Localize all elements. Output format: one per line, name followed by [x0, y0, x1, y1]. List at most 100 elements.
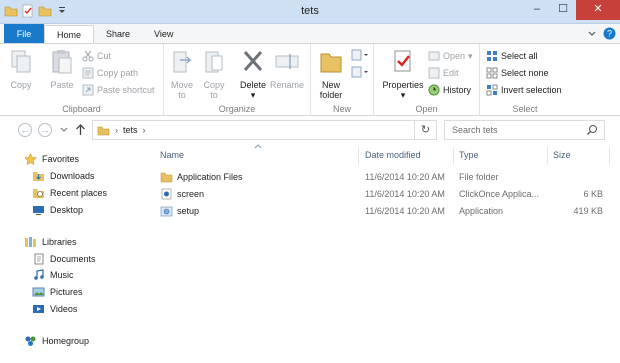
select-none-button[interactable]: Select none	[486, 67, 549, 79]
folder-icon	[160, 172, 173, 183]
column-header-type[interactable]: Type	[459, 148, 479, 166]
copy-button[interactable]: Copy	[8, 48, 34, 90]
table-row[interactable]: setup 11/6/2014 10:20 AM Application 419…	[148, 204, 618, 220]
history-button[interactable]: History	[428, 84, 471, 96]
organize-group-label: Organize	[218, 104, 256, 114]
nav-recent-places[interactable]: Recent places	[32, 187, 107, 199]
libraries-icon	[25, 237, 36, 247]
pictures-icon	[32, 287, 45, 297]
rename-icon	[275, 54, 299, 69]
column-divider[interactable]	[358, 147, 359, 164]
column-header-size[interactable]: Size	[553, 148, 571, 166]
search-input[interactable]: Search tets	[444, 120, 605, 140]
minimize-button[interactable]: –	[524, 0, 550, 20]
refresh-button[interactable]: ↻	[415, 120, 437, 140]
move-to-icon	[173, 51, 192, 73]
select-none-icon	[486, 67, 498, 79]
nav-documents[interactable]: Documents	[32, 253, 96, 265]
column-header-date-modified[interactable]: Date modified	[365, 148, 421, 166]
open-button[interactable]: Open ▾	[428, 50, 473, 62]
column-divider[interactable]	[453, 147, 454, 164]
nav-videos[interactable]: Videos	[32, 303, 77, 315]
clipboard-group: Copy Paste Cut Copy path Paste shortcut …	[0, 44, 164, 116]
setup-icon	[160, 206, 173, 217]
downloads-icon	[33, 172, 44, 181]
sort-ascending-icon	[254, 144, 262, 149]
forward-button[interactable]: →	[38, 123, 52, 137]
column-divider[interactable]	[609, 147, 610, 164]
nav-libraries[interactable]: Libraries	[24, 236, 77, 248]
new-item-icon[interactable]	[351, 49, 369, 61]
copy-path-icon	[82, 67, 94, 79]
recent-locations-icon[interactable]	[60, 127, 68, 133]
new-folder-button[interactable]: New folder	[315, 48, 347, 100]
nav-homegroup[interactable]: Homegroup	[24, 335, 89, 347]
back-button[interactable]: ←	[18, 123, 32, 137]
nav-favorites[interactable]: Favorites	[24, 153, 79, 165]
window-controls: – ☐ ✕	[524, 0, 620, 20]
column-divider[interactable]	[547, 147, 548, 164]
ribbon-controls: ?	[587, 27, 616, 40]
tab-share[interactable]: Share	[94, 25, 142, 44]
rename-button[interactable]: Rename	[270, 48, 304, 90]
copy-icon	[11, 50, 31, 73]
history-icon	[428, 84, 440, 96]
videos-icon	[33, 305, 44, 313]
navigation-pane: Favorites Downloads Recent places Deskto…	[0, 144, 147, 363]
nav-music[interactable]: Music	[32, 269, 74, 281]
open-group: Properties ▾ Open ▾ Edit History Open	[374, 44, 480, 116]
breadcrumb[interactable]: › tets ›	[92, 120, 415, 140]
recent-places-icon	[33, 189, 44, 198]
nav-downloads[interactable]: Downloads	[32, 170, 95, 182]
nav-pictures[interactable]: Pictures	[32, 286, 83, 298]
column-header-name[interactable]: Name	[160, 148, 184, 166]
nav-desktop[interactable]: Desktop	[32, 204, 83, 216]
homegroup-icon	[25, 336, 36, 346]
invert-selection-button[interactable]: Invert selection	[486, 84, 562, 96]
edit-button[interactable]: Edit	[428, 67, 459, 79]
paste-shortcut-button[interactable]: Paste shortcut	[82, 84, 155, 96]
edit-icon	[428, 67, 440, 79]
new-folder-icon	[320, 53, 342, 73]
new-group: New folder New	[311, 44, 374, 116]
select-group-label: Select	[512, 104, 538, 114]
scissors-icon	[82, 50, 94, 62]
organize-group: Move to Copy to Delete ▾ Rename Organize	[164, 44, 311, 116]
delete-icon	[243, 51, 263, 71]
move-to-button[interactable]: Move to	[168, 48, 196, 100]
breadcrumb-item[interactable]: tets	[123, 125, 138, 135]
search-icon	[587, 125, 597, 135]
maximize-button[interactable]: ☐	[550, 0, 576, 20]
close-button[interactable]: ✕	[576, 0, 620, 20]
delete-button[interactable]: Delete ▾	[238, 48, 268, 100]
star-icon	[24, 153, 37, 165]
tab-view[interactable]: View	[142, 25, 185, 44]
copy-to-button[interactable]: Copy to	[200, 48, 228, 100]
folder-icon	[97, 126, 110, 135]
easy-access-icon[interactable]	[351, 66, 369, 78]
table-row[interactable]: screen 11/6/2014 10:20 AM ClickOnce Appl…	[148, 187, 618, 203]
select-all-icon	[487, 51, 497, 61]
select-group: Select all Select none Invert selection …	[480, 44, 570, 116]
properties-button[interactable]: Properties ▾	[380, 48, 426, 100]
paste-button[interactable]: Paste	[48, 48, 76, 90]
copy-to-icon	[205, 51, 223, 73]
ribbon: Copy Paste Cut Copy path Paste shortcut …	[0, 43, 620, 116]
ribbon-tabs: File Home Share View	[0, 24, 620, 44]
music-icon	[34, 269, 44, 280]
tab-file[interactable]: File	[4, 24, 44, 44]
tab-home[interactable]: Home	[44, 25, 95, 44]
desktop-icon	[33, 206, 44, 215]
cut-button[interactable]: Cut	[82, 50, 111, 62]
select-all-button[interactable]: Select all	[486, 50, 538, 62]
copy-path-button[interactable]: Copy path	[82, 67, 138, 79]
documents-icon	[34, 253, 44, 265]
up-arrow-icon[interactable]	[75, 124, 86, 136]
svg-text:?: ?	[607, 29, 612, 39]
paste-shortcut-icon	[82, 84, 94, 96]
title-bar: tets – ☐ ✕	[0, 0, 620, 24]
chevron-down-icon[interactable]	[587, 29, 597, 39]
help-icon[interactable]: ?	[603, 27, 616, 40]
open-icon	[428, 51, 440, 61]
table-row[interactable]: Application Files 11/6/2014 10:20 AM Fil…	[148, 170, 618, 186]
